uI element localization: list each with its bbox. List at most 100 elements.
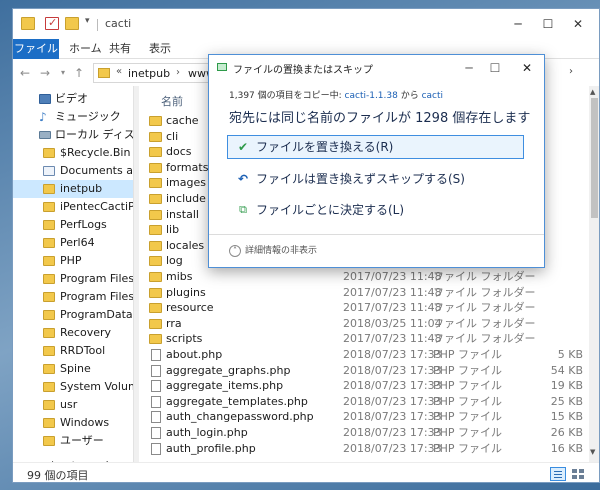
column-header-name[interactable]: 名前 [161,93,183,109]
breadcrumb-overflow-icon[interactable]: « [116,66,122,77]
folder-icon [43,364,55,374]
decide-each-file-option[interactable]: ⧉ ファイルごとに決定する(L) [227,198,524,222]
dialog-close-button[interactable]: ✕ [515,58,539,78]
file-row[interactable]: auth_login.php 2018/07/23 17:33 PHP ファイル 26… [139,425,589,441]
folder-icon [149,303,162,314]
folder-icon [43,238,55,248]
scroll-down-icon[interactable]: ▼ [590,448,595,456]
file-row[interactable]: aggregate_items.php 2018/07/23 17:33 PHP フ… [139,378,589,394]
file-type: ファイル フォルダー [433,332,536,346]
folder-icon [149,287,162,298]
file-row[interactable]: plugins 2017/07/23 11:48 ファイル フォルダー [139,285,589,301]
dialog-divider [209,234,544,235]
sidebar-item[interactable]: ビデオ [13,90,133,108]
sidebar-item[interactable]: Program Files ( [13,288,133,306]
file-row[interactable]: aggregate_graphs.php 2018/07/23 17:33 PHP … [139,363,589,379]
sidebar-item-label: Spine [60,362,91,375]
quick-access-dropdown-icon[interactable]: ▾ [85,16,90,26]
dialog-minimize-button[interactable]: ─ [457,58,481,78]
file-row[interactable]: about.php 2018/07/23 17:33 PHP ファイル 5 KB [139,347,589,363]
recent-locations-chevron-icon[interactable]: ▾ [55,64,71,82]
sidebar-item[interactable]: Recovery [13,324,133,342]
sidebar-item[interactable]: Documents and [13,162,133,180]
destination-folder-link[interactable]: cacti [422,91,443,101]
file-date: 2018/07/23 17:33 [343,394,442,408]
sidebar-item[interactable]: System Volume [13,378,133,396]
folder-icon [149,318,162,329]
chevron-right-icon[interactable]: › [176,67,180,78]
file-row[interactable]: auth_changepassword.php 2018/07/23 17:33 P… [139,409,589,425]
sidebar-item[interactable]: ローカル ディスク (C [13,126,133,144]
dialog-heading: 宛先には同じ名前のファイルが 1298 個存在します [229,111,531,126]
vertical-scrollbar[interactable]: ▲ ▼ [589,86,599,462]
tab-share[interactable]: 共有 [109,39,131,59]
compare-files-icon: ⧉ [239,203,247,216]
file-type: PHP ファイル [433,363,503,377]
skip-files-option[interactable]: ↶ ファイルは置き換えずスキップする(S) [227,167,524,191]
sidebar-item[interactable]: $Recycle.Bin [13,144,133,162]
file-size: 54 KB [550,363,583,377]
folder-icon [43,256,55,266]
file-name: aggregate_items.php [166,379,284,393]
large-icons-view-icon[interactable] [570,467,586,481]
file-type: ファイル フォルダー [433,285,536,299]
folder-icon[interactable] [21,17,35,30]
file-row[interactable]: mibs 2017/07/23 11:48 ファイル フォルダー [139,269,589,285]
sidebar-item[interactable]: PerfLogs [13,216,133,234]
sidebar-item[interactable]: RRDTool [13,342,133,360]
source-folder-link[interactable]: cacti-1.1.38 [345,91,398,101]
copy-icon [217,63,227,71]
sidebar-item[interactable]: ♪ ミュージック [13,108,133,126]
sidebar-item-label: Program Files [60,272,133,285]
skip-files-label: ファイルは置き換えずスキップする(S) [256,172,465,186]
file-row[interactable]: scripts 2017/07/23 11:48 ファイル フォルダー [139,331,589,347]
hide-details-toggle[interactable]: ˄ 詳細情報の非表示 [229,243,317,257]
window-title: cacti [105,17,132,30]
file-type: PHP ファイル [433,441,503,455]
properties-icon[interactable]: ✓ [45,16,59,30]
back-arrow-icon[interactable]: ← [17,64,33,82]
chevron-right-icon[interactable]: › [569,66,573,77]
sidebar-item-label: System Volume [60,380,133,393]
file-row[interactable]: auth_profile.php 2018/07/23 17:33 PHP ファイル… [139,441,589,457]
folder-icon [149,209,162,220]
file-name: aggregate_graphs.php [166,363,291,377]
dialog-maximize-button[interactable]: ☐ [483,58,507,78]
sidebar-item[interactable]: Windows [13,414,133,432]
sidebar-item[interactable]: PHP [13,252,133,270]
sidebar-item[interactable]: Perl64 [13,234,133,252]
folder-icon [149,194,162,204]
file-row[interactable]: aggregate_templates.php 2018/07/23 17:33 P… [139,394,589,410]
forward-arrow-icon[interactable]: → [37,64,53,82]
scrollbar-thumb[interactable] [591,98,598,218]
tab-view[interactable]: 表示 [149,39,171,59]
file-name: log [166,254,183,268]
close-button[interactable]: ✕ [565,13,591,35]
file-row[interactable]: resource 2017/07/23 11:48 ファイル フォルダー [139,300,589,316]
file-name: resource [166,301,214,315]
sidebar-item[interactable]: Spine [13,360,133,378]
folder-icon [43,292,55,302]
file-row[interactable]: rra 2018/03/25 11:04 ファイル フォルダー [139,316,589,332]
tab-home[interactable]: ホーム [69,39,102,59]
tab-file[interactable]: ファイル [13,39,59,59]
breadcrumb-inetpub[interactable]: inetpub [128,67,170,80]
sidebar-item[interactable]: iPentecCactiPo [13,198,133,216]
file-date: 2018/07/23 17:33 [343,379,442,393]
sidebar-item[interactable]: ProgramData [13,306,133,324]
sidebar-item[interactable]: ユーザー [13,432,133,450]
minimize-button[interactable]: ─ [505,13,531,35]
new-folder-icon[interactable] [65,17,79,30]
scroll-up-icon[interactable]: ▲ [590,88,595,96]
sidebar-item[interactable]: usr [13,396,133,414]
up-arrow-icon[interactable]: ↑ [71,64,87,82]
folder-icon [43,418,55,428]
maximize-button[interactable]: ☐ [535,13,561,35]
folder-icon [149,225,162,236]
checkmark-icon: ✔ [237,140,249,154]
details-view-icon[interactable] [550,467,566,481]
sidebar-item-label: Perl64 [60,236,95,249]
replace-files-option[interactable]: ✔ ファイルを置き換える(R) [227,135,524,159]
sidebar-item[interactable]: Program Files [13,270,133,288]
sidebar-item[interactable]: inetpub [13,180,133,198]
